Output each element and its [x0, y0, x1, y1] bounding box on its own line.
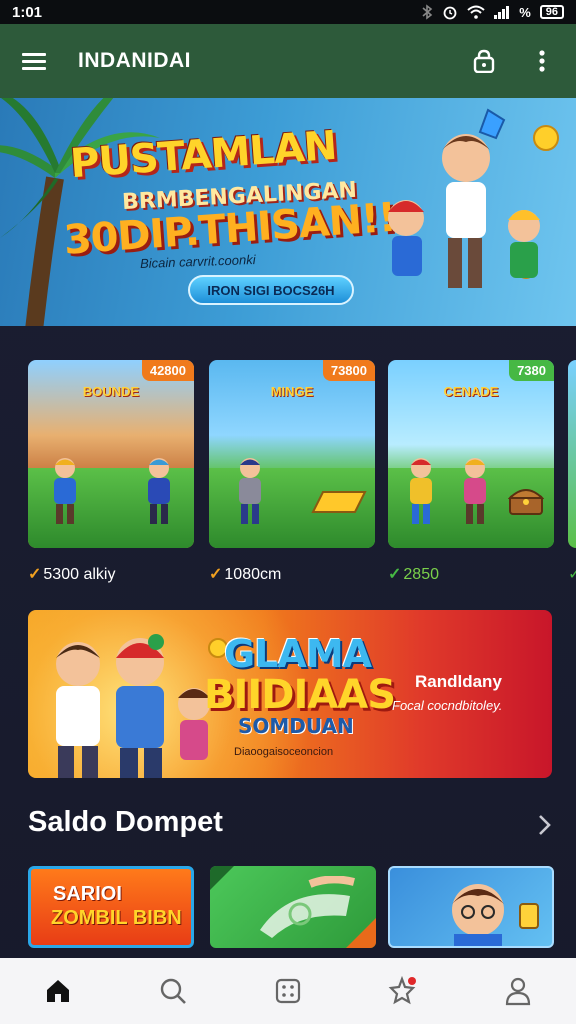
gold-bars-icon	[311, 491, 367, 513]
game-card-partial[interactable]	[568, 360, 576, 548]
lock-button[interactable]	[470, 47, 498, 75]
hero-subtext: Bicain carvrit.coonki	[139, 251, 256, 272]
battery-percent: %	[519, 4, 531, 20]
section-title: Saldo Dompet	[28, 806, 223, 838]
status-icons: % 96	[421, 4, 564, 20]
status-bar: 1:01 % 96	[0, 0, 576, 24]
home-icon	[46, 980, 69, 1002]
lock-icon	[473, 49, 495, 73]
card-character	[410, 458, 432, 524]
card-price-value: 1080cm	[224, 566, 282, 583]
promo-line-4: Diaoogaisoceoncion	[234, 746, 334, 758]
bluetooth-icon	[422, 4, 433, 20]
promo-line-2: BIIDIAAS	[204, 672, 396, 718]
card-price-partial: ✓	[568, 566, 576, 583]
hero-cta-button[interactable]: IRON SIGI BOCS26H	[188, 275, 354, 305]
search-icon	[160, 978, 186, 1004]
app-title: INDANIDAI	[78, 49, 191, 72]
card-character	[464, 458, 486, 524]
alarm-icon	[443, 6, 457, 20]
card-price: ✓ 2850	[388, 564, 439, 584]
game-card[interactable]: 42800 BOUNDE	[28, 360, 194, 548]
character-portrait-illustration	[452, 884, 539, 946]
profile-icon	[506, 977, 531, 1006]
bottom-navigation	[0, 958, 576, 1024]
hand-card-illustration	[260, 876, 355, 938]
wallet-tiles-row: SARIOI ZOMBIL BIBN	[28, 866, 576, 950]
cartoon-characters-illustration	[388, 108, 559, 288]
card-badge: 7380	[509, 360, 554, 381]
more-vert-icon	[539, 50, 545, 72]
card-character	[54, 458, 76, 524]
menu-button[interactable]	[20, 47, 48, 75]
game-card[interactable]: 73800 MINGE	[209, 360, 375, 548]
game-cards-row: 42800 BOUNDE 73800 MINGE 7380 CENADE ✓ 53…	[28, 360, 576, 590]
corner-ribbon	[210, 866, 234, 890]
card-price: ✓ 1080cm	[209, 564, 281, 584]
dice-icon	[275, 978, 301, 1004]
card-badge: 73800	[322, 360, 375, 381]
app-screen: 1:01 % 96 INDANIDAI PUSTAMLAN BRMBENGALI…	[0, 0, 576, 1024]
card-mini-title: CENADE	[443, 384, 499, 399]
chevron-right-icon[interactable]	[536, 812, 554, 838]
star-notification-icon	[388, 976, 417, 1005]
wallet-tile[interactable]	[388, 866, 554, 948]
app-bar: INDANIDAI	[0, 24, 576, 98]
hero-banner[interactable]: PUSTAMLAN BRMBENGALINGAN 30DIP.THISAN!! …	[0, 98, 576, 326]
card-price-value: 2850	[403, 566, 439, 583]
card-character	[239, 458, 261, 524]
nav-games[interactable]	[266, 969, 310, 1013]
signal-icon	[494, 6, 510, 19]
treasure-chest-icon	[508, 489, 544, 515]
promo-line-3: SOMDUAN	[238, 714, 354, 738]
wallet-tile[interactable]: SARIOI ZOMBIL BIBN	[28, 866, 194, 948]
check-icon: ✓	[388, 566, 402, 583]
corner-ribbon	[346, 918, 376, 948]
nav-profile[interactable]	[496, 969, 540, 1013]
promo-right-title: Randldany	[415, 672, 502, 691]
card-price-value: 5300 alkiy	[43, 566, 116, 583]
wallet-tile-line-1: SARIOI	[53, 883, 122, 905]
promo-line-1: GLAMA	[224, 632, 372, 676]
card-mini-title: MINGE	[270, 384, 314, 399]
menu-icon	[22, 53, 46, 70]
card-badge: 42800	[141, 360, 194, 381]
check-icon: ✓	[209, 566, 223, 583]
more-options-button[interactable]	[528, 47, 556, 75]
status-time: 1:01	[12, 3, 43, 21]
nav-home[interactable]	[36, 969, 80, 1013]
card-character	[148, 458, 170, 524]
promo-banner[interactable]: GLAMA BIIDIAAS SOMDUAN Diaoogaisoceoncio…	[28, 610, 552, 778]
check-icon: ✓	[28, 566, 42, 583]
nav-rewards[interactable]	[381, 969, 425, 1013]
battery-icon: 96	[539, 5, 564, 19]
card-mini-title: BOUNDE	[82, 384, 140, 399]
promo-right-subtitle: Focal cocndbitoley.	[392, 698, 503, 713]
game-card[interactable]: 7380 CENADE	[388, 360, 554, 548]
card-price: ✓ 5300 alkiy	[28, 564, 115, 584]
wallet-tile-line-2: ZOMBIL BIBN	[51, 907, 182, 929]
nav-search[interactable]	[151, 969, 195, 1013]
wallet-tile[interactable]	[210, 866, 376, 948]
wifi-icon	[467, 5, 485, 19]
